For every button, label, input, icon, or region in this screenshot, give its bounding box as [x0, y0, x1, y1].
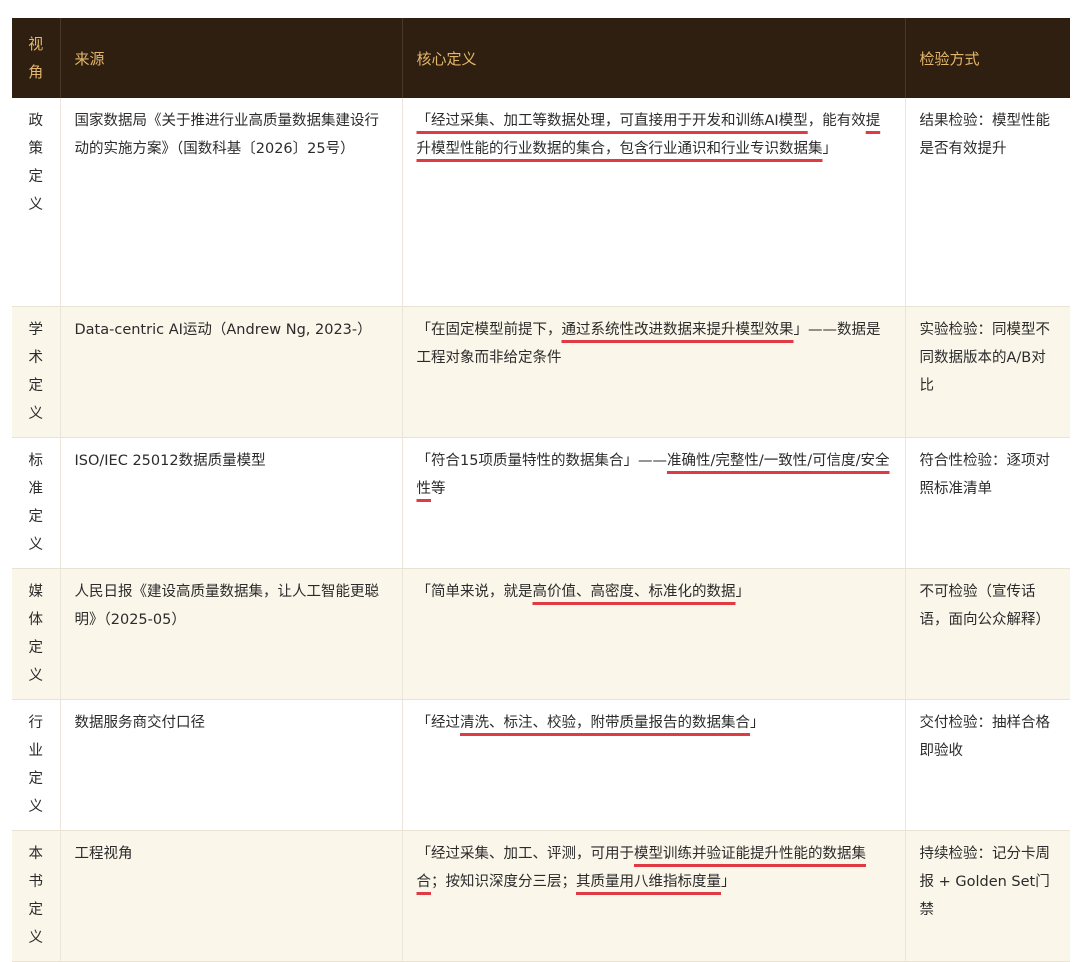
- definition-text: 「在固定模型前提下，: [416, 321, 562, 338]
- header-definition: 核心定义: [402, 18, 906, 98]
- underlined-text: 高价值、高密度、标准化的数据: [532, 583, 736, 600]
- cell-source: 工程视角: [60, 830, 403, 962]
- cell-source: ISO/IEC 25012数据质量模型: [60, 437, 403, 569]
- table-row: 行业定义 数据服务商交付口径 「经过清洗、标注、校验，附带质量报告的数据集合」 交付检…: [12, 699, 1070, 831]
- cell-method: 实验检验：同模型不同数据版本的A/B对比: [905, 306, 1070, 438]
- comparison-table: 视角 来源 核心定义 检验方式 政策定义 国家数据局《关于推进行业高质量数据集建设…: [12, 18, 1070, 962]
- table-row: 媒体定义 人民日报《建设高质量数据集，让人工智能更聪明》（2025-05） 「简单来…: [12, 568, 1070, 700]
- cell-source: 国家数据局《关于推进行业高质量数据集建设行动的实施方案》（国数科基〔2026〕2…: [60, 98, 403, 307]
- header-view: 视角: [12, 18, 61, 98]
- cell-definition: 「经过采集、加工等数据处理，可直接用于开发和训练AI模型，能有效提升模型性能的行…: [402, 98, 906, 307]
- cell-view: 本书定义: [12, 830, 61, 962]
- definition-text: ；按知识深度分三层；: [431, 873, 576, 890]
- cell-method: 不可检验（宣传话语，面向公众解释）: [905, 568, 1070, 700]
- table-row: 学术定义 Data-centric AI运动（Andrew Ng, 2023-）「…: [12, 306, 1070, 438]
- cell-method: 交付检验：抽样合格即验收: [905, 699, 1070, 831]
- definition-text: 」: [721, 873, 736, 890]
- cell-view: 政策定义: [12, 98, 61, 307]
- cell-source: Data-centric AI运动（Andrew Ng, 2023-）: [60, 306, 403, 438]
- cell-definition: 「在固定模型前提下，通过系统性改进数据来提升模型效果」——数据是工程对象而非给定…: [402, 306, 906, 438]
- table-row: 政策定义 国家数据局《关于推进行业高质量数据集建设行动的实施方案》（国数科基〔20…: [12, 98, 1070, 307]
- underlined-text: 清洗、标注、校验，附带质量报告的数据集合: [460, 714, 750, 731]
- cell-method: 符合性检验：逐项对照标准清单: [905, 437, 1070, 569]
- definition-text: 「经过: [416, 714, 461, 731]
- cell-source: 数据服务商交付口径: [60, 699, 403, 831]
- cell-definition: 「经过采集、加工、评测，可用于模型训练并验证能提升性能的数据集合；按知识深度分三…: [402, 830, 906, 962]
- cell-definition: 「经过清洗、标注、校验，附带质量报告的数据集合」: [402, 699, 906, 831]
- underlined-text: 通过系统性改进数据来提升模型效果: [561, 321, 794, 338]
- cell-view: 标准定义: [12, 437, 61, 569]
- cell-source: 人民日报《建设高质量数据集，让人工智能更聪明》（2025-05）: [60, 568, 403, 700]
- cell-method: 持续检验：记分卡周报 + Golden Set门禁: [905, 830, 1070, 962]
- cell-view: 媒体定义: [12, 568, 61, 700]
- definition-text: 」: [735, 583, 751, 600]
- definition-text: 「简单来说，就是: [416, 583, 533, 600]
- underlined-text: 其质量用八维指标度量: [576, 873, 721, 890]
- definition-text: 」: [822, 141, 838, 157]
- underlined-text: 「经过采集、加工等数据处理，可直接用于开发和训练AI模型: [416, 113, 808, 129]
- table-row: 本书定义 工程视角 「经过采集、加工、评测，可用于模型训练并验证能提升性能的数据集合…: [12, 830, 1070, 962]
- header-source: 来源: [60, 18, 403, 98]
- header-method: 检验方式: [919, 49, 980, 68]
- cell-method: 结果检验：模型性能是否有效提升: [905, 98, 1070, 307]
- definition-text: 「经过采集、加工、评测，可用于: [416, 845, 635, 862]
- definition-text: 」: [750, 714, 765, 731]
- definition-text: 「符合15项质量特性的数据集合」——: [416, 452, 667, 469]
- cell-definition: 「简单来说，就是高价值、高密度、标准化的数据」: [402, 568, 906, 700]
- definition-text: 等: [431, 480, 446, 497]
- cell-definition: 「符合15项质量特性的数据集合」——准确性/完整性/一致性/可信度/安全性等: [402, 437, 906, 569]
- cell-view: 学术定义: [12, 306, 61, 438]
- cell-view: 行业定义: [12, 699, 61, 831]
- table-row: 标准定义 ISO/IEC 25012数据质量模型 「符合15项质量特性的数据集合」—…: [12, 437, 1070, 569]
- table-header-row: 视角 来源 核心定义 检验方式: [12, 18, 1070, 98]
- definition-text: ，能有效: [807, 113, 866, 129]
